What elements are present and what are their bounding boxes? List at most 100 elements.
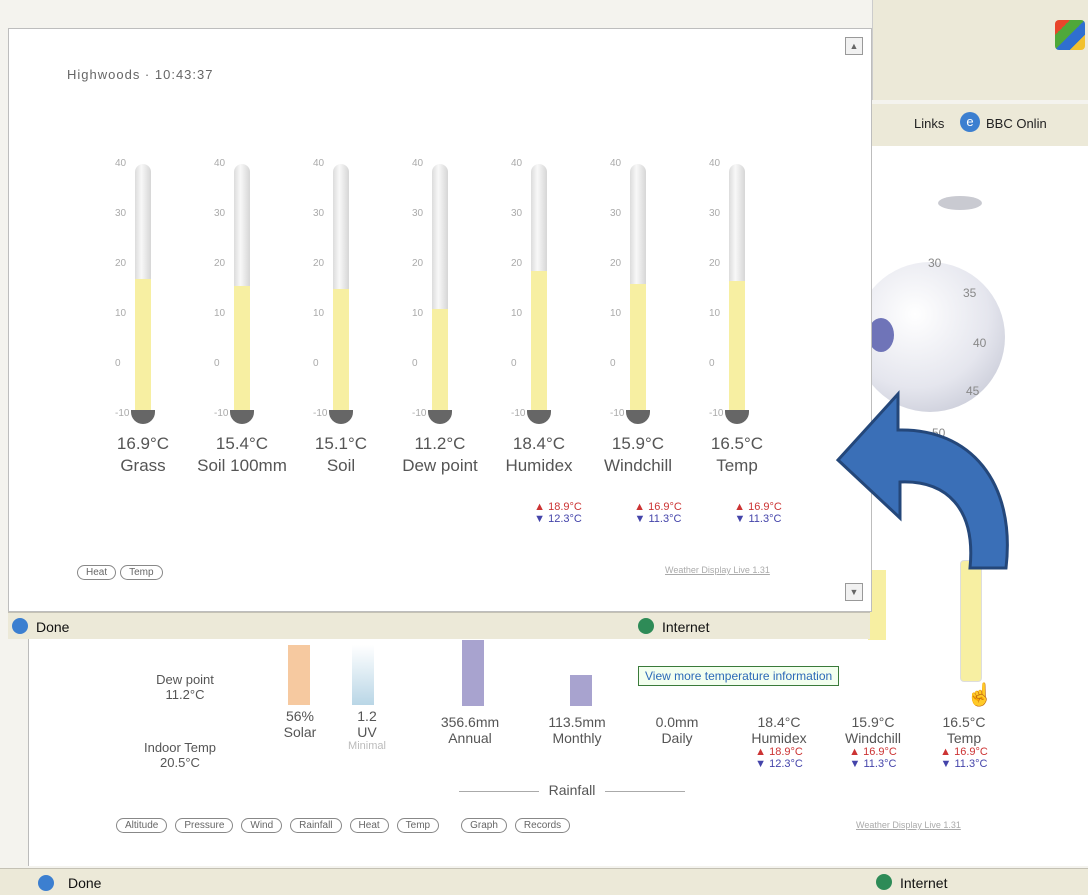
page-icon (12, 618, 28, 634)
thermometer-bulb (230, 410, 254, 424)
annual-rain-label: Annual (448, 730, 492, 746)
cloud-icon (938, 196, 982, 210)
thermometer-name: Soil (326, 456, 356, 475)
indoor-temp-value: 20.5°C (160, 755, 200, 770)
dew-point-value: 11.2°C (165, 687, 205, 702)
thermometer-bulb (329, 410, 353, 424)
scale-tick: 40 (412, 158, 424, 169)
heat-popup-button[interactable]: Heat (77, 565, 117, 580)
scale-tick: -10 (214, 408, 229, 419)
temp-button[interactable]: Temp (396, 818, 440, 833)
background-toolbar (872, 0, 1088, 100)
background-nav-buttons: Altitude Pressure Wind Rainfall Heat Tem… (116, 818, 571, 833)
popup-status-text: Done (36, 619, 70, 635)
bg-humidex-low: ▼ 12.3°C (755, 758, 803, 770)
scale-tick: 40 (115, 158, 127, 169)
globe-icon (876, 874, 892, 890)
thermometer-fill (432, 309, 448, 414)
thermometer-fill (333, 289, 349, 414)
thermometer-tube (135, 164, 151, 414)
thermometer-value: 11.2°C (414, 434, 466, 453)
monthly-rain-value: 113.5mm (548, 714, 606, 730)
uv-label: UV (357, 724, 377, 740)
thermometer-fill (135, 279, 151, 414)
globe-icon (638, 618, 654, 634)
uv-bar[interactable] (352, 645, 374, 705)
bg-windchill-low: ▼ 11.3°C (849, 758, 897, 770)
scale-tick: 0 (115, 358, 121, 369)
links-label[interactable]: Links (914, 116, 944, 131)
popup-status-bar: Done Internet (8, 612, 870, 639)
temp-high: ▲ 16.9°C (734, 501, 782, 513)
graph-button[interactable]: Graph (461, 818, 507, 833)
uv-sub: Minimal (348, 740, 386, 752)
thermometer-tube (333, 164, 349, 414)
background-footer-link[interactable]: Weather Display Live 1.31 (856, 820, 961, 830)
temperature-tooltip: View more temperature information (638, 666, 840, 686)
thermometer-tube (234, 164, 250, 414)
solar-bar[interactable] (288, 645, 310, 705)
scale-tick: -10 (412, 408, 427, 419)
thermometer-bulb (626, 410, 650, 424)
windchill-low: ▼ 11.3°C (634, 513, 682, 525)
background-status-bar: Done Internet (0, 868, 1088, 895)
scale-tick: 30 (709, 208, 721, 219)
thermometer-value: 16.5°C (710, 434, 764, 453)
indoor-temp-label: Indoor Temp (143, 740, 217, 755)
thermometer-fill (531, 271, 547, 414)
scale-tick: 30 (313, 208, 325, 219)
scale-tick: 0 (412, 358, 418, 369)
scale-tick: 0 (709, 358, 715, 369)
scale-tick: 30 (412, 208, 424, 219)
wind-button[interactable]: Wind (241, 818, 283, 833)
bg-windchill-high: ▲ 16.9°C (849, 746, 897, 758)
bg-humidex-high: ▲ 18.9°C (755, 746, 803, 758)
annual-rain-bar[interactable] (462, 640, 484, 706)
scale-tick: 10 (511, 308, 523, 319)
monthly-rain-label: Monthly (552, 730, 602, 746)
thermometer-value: 18.4°C (512, 434, 566, 453)
scale-tick: 10 (610, 308, 622, 319)
bg-temp-high: ▲ 16.9°C (940, 746, 988, 758)
thermometer-bulb (131, 410, 155, 424)
rainfall-button[interactable]: Rainfall (290, 818, 342, 833)
bbc-link[interactable]: BBC Onlin (986, 116, 1047, 131)
rainfall-section-label: Rainfall (432, 782, 712, 798)
thermometer-name: Soil 100mm (197, 456, 287, 475)
scale-tick: 10 (214, 308, 226, 319)
popup-footer-link[interactable]: Weather Display Live 1.31 (665, 565, 770, 575)
thermometer-tube (432, 164, 448, 414)
scale-tick: 20 (610, 258, 622, 269)
bg-temp-low: ▼ 11.3°C (940, 758, 988, 770)
windows-logo-icon (1055, 20, 1085, 50)
dew-point-label: Dew point (156, 672, 214, 687)
scale-tick: 10 (313, 308, 325, 319)
scale-tick: 20 (214, 258, 226, 269)
temp-popup-button[interactable]: Temp (120, 565, 163, 580)
thermometer-tube (729, 164, 745, 414)
scale-tick: -10 (313, 408, 328, 419)
thermometer-value: 15.4°C (215, 434, 269, 453)
thermometer-name: Temp (716, 456, 758, 475)
scale-tick: 40 (214, 158, 226, 169)
monthly-rain-bar[interactable] (570, 675, 592, 706)
background-zone-text: Internet (900, 875, 948, 891)
scale-tick: 30 (511, 208, 523, 219)
altitude-button[interactable]: Altitude (116, 818, 168, 833)
bg-temp-value: 16.5°C (942, 714, 986, 730)
scale-tick: 10 (115, 308, 127, 319)
thermometer-name: Grass (120, 456, 166, 475)
bg-temp-label: Temp (946, 730, 982, 746)
curved-arrow-icon (835, 390, 1009, 570)
scale-tick: 40 (313, 158, 325, 169)
popup-buttons: Heat Temp (77, 565, 163, 580)
pressure-button[interactable]: Pressure (175, 818, 234, 833)
thermometer-fill (234, 286, 250, 414)
humidex-high: ▲ 18.9°C (534, 501, 582, 513)
records-button[interactable]: Records (514, 818, 571, 833)
hand-cursor-icon: ☝ (966, 682, 994, 707)
page-icon (38, 875, 54, 891)
heat-button[interactable]: Heat (349, 818, 389, 833)
scale-tick: -10 (709, 408, 724, 419)
scale-tick: 30 (115, 208, 127, 219)
